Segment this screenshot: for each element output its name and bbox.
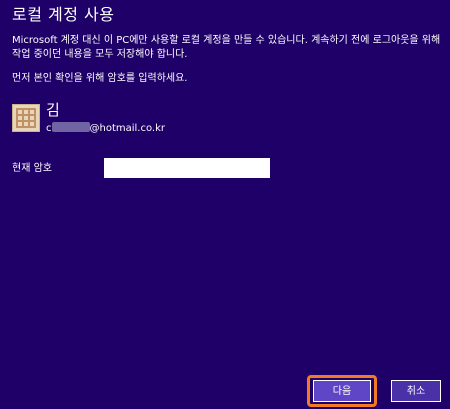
- current-password-label: 현재 암호: [12, 163, 52, 174]
- next-button[interactable]: 다음: [313, 380, 371, 402]
- account-avatar-icon: [12, 104, 40, 132]
- cancel-button[interactable]: 취소: [391, 380, 441, 402]
- email-mask: [51, 122, 90, 132]
- account-email: c @hotmail.co.kr: [46, 122, 165, 136]
- description-text: Microsoft 계정 대신 이 PC에만 사용할 로컬 계정을 만들 수 있…: [12, 35, 441, 60]
- password-prompt: 먼저 본인 확인을 위해 암호를 입력하세요.: [12, 73, 188, 84]
- email-prefix: c: [46, 123, 52, 134]
- local-account-dialog: 로컬 계정 사용 Microsoft 계정 대신 이 PC에만 사용할 로컬 계…: [0, 0, 450, 409]
- page-title: 로컬 계정 사용: [12, 5, 115, 24]
- current-password-input[interactable]: [104, 158, 270, 178]
- account-name: 김: [46, 101, 60, 119]
- account-info: 김 c @hotmail.co.kr: [12, 101, 312, 136]
- email-suffix: @hotmail.co.kr: [89, 123, 166, 134]
